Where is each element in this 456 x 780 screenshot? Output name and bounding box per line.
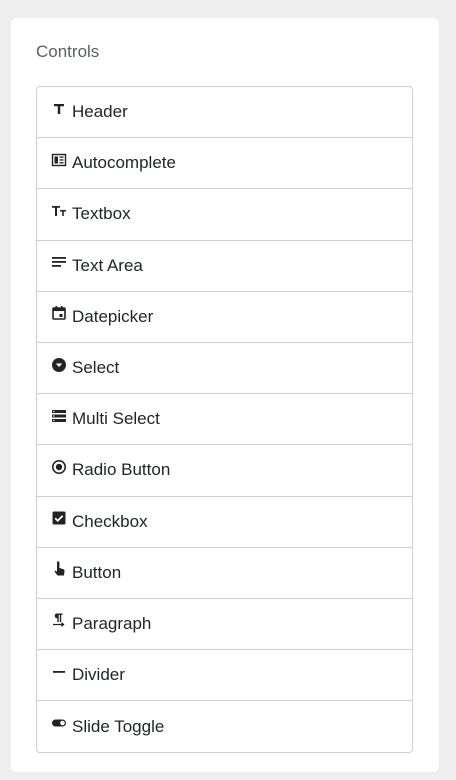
button-icon: [51, 561, 67, 577]
textbox-icon: [51, 203, 67, 219]
text-area-icon: [51, 254, 67, 270]
control-item-radio-button[interactable]: Radio Button: [37, 445, 412, 497]
control-list: Header Autocomplete Textbox Text Area Da…: [36, 86, 413, 754]
control-item-paragraph[interactable]: Paragraph: [37, 599, 412, 651]
control-label: Divider: [72, 665, 125, 685]
panel-title: Controls: [36, 42, 100, 61]
slide-toggle-icon: [51, 715, 67, 731]
control-label: Select: [72, 358, 120, 378]
control-item-checkbox[interactable]: Checkbox: [37, 497, 412, 548]
control-item-autocomplete[interactable]: Autocomplete: [37, 138, 412, 190]
control-item-textbox[interactable]: Textbox: [37, 189, 412, 241]
control-label: Datepicker: [72, 306, 154, 326]
control-item-datepicker[interactable]: Datepicker: [37, 292, 412, 343]
control-label: Multi Select: [72, 409, 160, 429]
paragraph-icon: [51, 612, 67, 628]
control-item-text-area[interactable]: Text Area: [37, 241, 412, 292]
control-label: Header: [72, 102, 128, 122]
datepicker-icon: [51, 305, 67, 321]
control-item-header[interactable]: Header: [37, 87, 412, 139]
control-item-slide-toggle[interactable]: Slide Toggle: [37, 701, 412, 752]
header-icon: [51, 101, 67, 117]
control-label: Button: [72, 562, 122, 582]
control-item-divider[interactable]: Divider: [37, 650, 412, 702]
control-label: Textbox: [72, 204, 131, 224]
checkbox-icon: [51, 510, 67, 526]
divider-icon: [51, 664, 67, 680]
control-label: Paragraph: [72, 613, 152, 633]
multi-select-icon: [51, 408, 67, 424]
radio-button-icon: [51, 459, 67, 475]
control-label: Autocomplete: [72, 153, 176, 173]
control-label: Text Area: [72, 255, 143, 275]
control-item-button[interactable]: Button: [37, 548, 412, 599]
select-icon: [51, 357, 67, 373]
control-item-multi-select[interactable]: Multi Select: [37, 394, 412, 446]
control-label: Radio Button: [72, 460, 171, 480]
control-label: Slide Toggle: [72, 716, 165, 736]
controls-panel: Controls Header Autocomplete Textbox Tex…: [11, 18, 439, 772]
autocomplete-icon: [51, 152, 67, 168]
control-label: Checkbox: [72, 511, 148, 531]
control-item-select[interactable]: Select: [37, 343, 412, 395]
